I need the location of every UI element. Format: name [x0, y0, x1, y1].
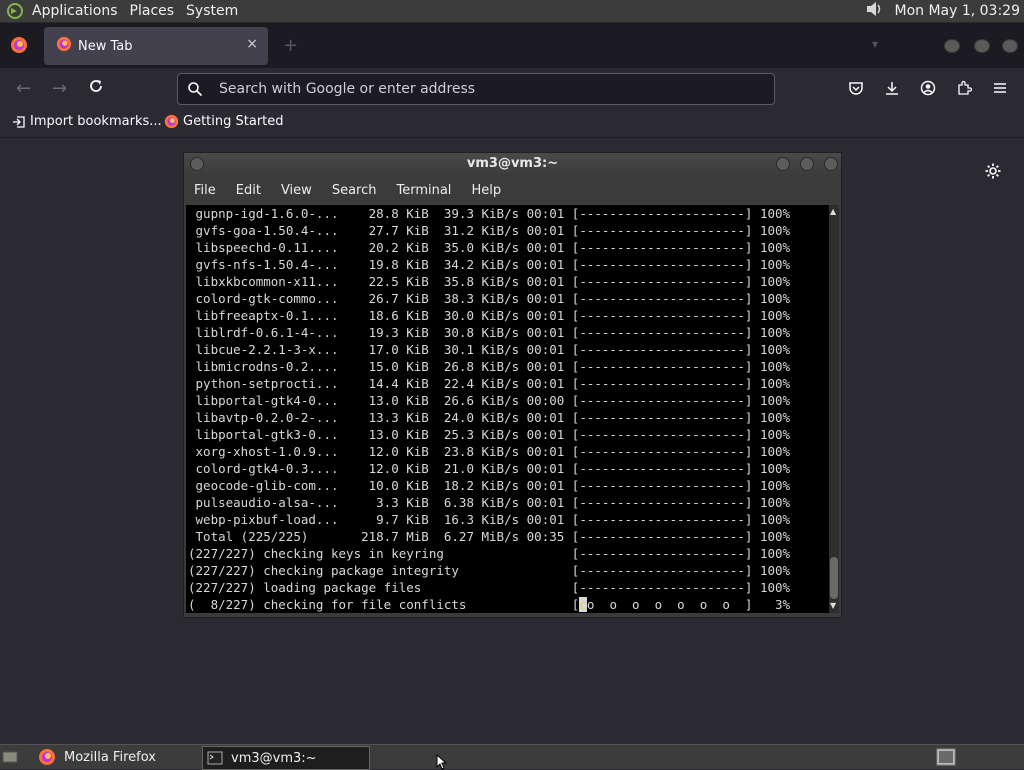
- close-window-button[interactable]: [1002, 39, 1018, 53]
- terminal-last-prefix: ( 8/227) checking for file conflicts [: [188, 597, 580, 612]
- terminal-task-icon: [207, 751, 223, 765]
- tab-title: New Tab: [78, 38, 133, 54]
- terminal-menu-edit[interactable]: Edit: [226, 179, 271, 203]
- terminal-menu-file[interactable]: File: [184, 179, 226, 203]
- terminal-window-menu-button[interactable]: [190, 157, 204, 171]
- terminal-close-button[interactable]: [824, 157, 838, 171]
- url-bar[interactable]: Search with Google or enter address: [177, 73, 775, 105]
- hamburger-menu-icon[interactable]: [992, 80, 1008, 96]
- minimize-window-button[interactable]: [944, 39, 960, 53]
- terminal-menu-search[interactable]: Search: [322, 179, 387, 203]
- terminal-line: libfreeaptx-0.1.... 18.6 KiB 30.0 KiB/s …: [188, 308, 791, 323]
- terminal-line: colord-gtk-commo... 26.7 KiB 38.3 KiB/s …: [188, 291, 791, 306]
- new-tab-button[interactable]: +: [283, 35, 298, 56]
- terminal-line: gvfs-goa-1.50.4-... 27.7 KiB 31.2 KiB/s …: [188, 223, 791, 238]
- tab-close-icon[interactable]: ×: [246, 36, 258, 52]
- terminal-line: webp-pixbuf-load... 9.7 KiB 16.3 KiB/s 0…: [188, 512, 791, 527]
- extensions-icon[interactable]: [956, 80, 972, 96]
- taskbar-item-firefox[interactable]: Mozilla Firefox: [34, 746, 194, 768]
- terminal-menu-view[interactable]: View: [271, 179, 322, 203]
- terminal-window[interactable]: vm3@vm3:~ File Edit View Search Terminal…: [183, 152, 842, 618]
- gear-icon[interactable]: [984, 162, 1002, 180]
- account-icon[interactable]: [920, 80, 936, 96]
- downloads-icon[interactable]: [884, 80, 900, 96]
- terminal-minimize-button[interactable]: [776, 157, 790, 171]
- terminal-line-current: ( 8/227) checking for file conflicts [co…: [188, 596, 790, 613]
- taskbar-item-terminal[interactable]: vm3@vm3:~: [202, 746, 370, 770]
- back-arrow-icon[interactable]: ←: [16, 78, 31, 99]
- bottom-taskbar: Mozilla Firefox vm3@vm3:~: [0, 744, 1024, 770]
- terminal-menu-help[interactable]: Help: [461, 179, 511, 203]
- terminal-scrollbar[interactable]: ▲ ▼: [829, 205, 839, 613]
- terminal-menu-terminal[interactable]: Terminal: [386, 179, 461, 203]
- top-panel: Applications Places System Mon May 1, 03…: [0, 0, 1024, 23]
- taskbar-item-terminal-label: vm3@vm3:~: [231, 750, 317, 766]
- terminal-title: vm3@vm3:~: [466, 156, 559, 171]
- terminal-line: Total (225/225) 218.7 MiB 6.27 MiB/s 00:…: [188, 529, 791, 544]
- terminal-line: libavtp-0.2.0-2-... 13.3 KiB 24.0 KiB/s …: [188, 410, 791, 425]
- search-icon: [188, 82, 203, 97]
- terminal-screen[interactable]: gupnp-igd-1.6.0-... 28.8 KiB 39.3 KiB/s …: [186, 205, 829, 613]
- bookmark-getting-started-label: Getting Started: [183, 114, 284, 129]
- terminal-line: libportal-gtk4-0... 13.0 KiB 26.6 KiB/s …: [188, 393, 791, 408]
- terminal-line: pulseaudio-alsa-... 3.3 KiB 6.38 KiB/s 0…: [188, 495, 791, 510]
- scroll-down-arrow-icon[interactable]: ▼: [830, 601, 836, 610]
- pocket-icon[interactable]: [848, 80, 864, 96]
- firefox-view-icon[interactable]: [10, 36, 28, 58]
- terminal-line: (227/227) checking keys in keyring [----…: [188, 546, 791, 561]
- scrollbar-thumb[interactable]: [830, 557, 838, 599]
- terminal-line: libspeechd-0.11.... 20.2 KiB 35.0 KiB/s …: [188, 240, 791, 255]
- menu-applications[interactable]: Applications: [26, 0, 124, 22]
- terminal-line: libportal-gtk3-0... 13.0 KiB 25.3 KiB/s …: [188, 427, 791, 442]
- tab-new-tab[interactable]: New Tab ×: [44, 27, 268, 65]
- terminal-line: libxkbcommon-x11... 22.5 KiB 35.8 KiB/s …: [188, 274, 791, 289]
- terminal-line: libcue-2.2.1-3-x... 17.0 KiB 30.1 KiB/s …: [188, 342, 791, 357]
- forward-arrow-icon[interactable]: →: [52, 78, 67, 99]
- workspace-switcher[interactable]: [936, 746, 958, 768]
- import-icon: [13, 115, 25, 128]
- list-all-tabs-icon[interactable]: ▾: [872, 37, 878, 51]
- menu-places[interactable]: Places: [124, 0, 181, 22]
- terminal-line: liblrdf-0.6.1-4-... 19.3 KiB 30.8 KiB/s …: [188, 325, 791, 340]
- terminal-line: geocode-glib-com... 10.0 KiB 18.2 KiB/s …: [188, 478, 791, 493]
- terminal-last-percent: 3%: [752, 597, 791, 612]
- terminal-last-progress: o o o o o o o ]: [586, 597, 753, 612]
- bookmarks-bar: Import bookmarks... Getting Started: [0, 108, 1024, 136]
- maximize-window-button[interactable]: [974, 39, 990, 53]
- firefox-favicon-icon: [56, 36, 72, 56]
- distro-logo-icon[interactable]: [4, 0, 26, 22]
- clock[interactable]: Mon May 1, 03:29: [888, 3, 1024, 19]
- firefox-bookmark-icon: [164, 114, 179, 129]
- nav-bar: ← → Search with Google or enter address: [0, 68, 1024, 108]
- bookmark-import-label: Import bookmarks...: [30, 114, 162, 129]
- show-desktop-icon[interactable]: [2, 746, 22, 768]
- terminal-line: python-setprocti... 14.4 KiB 22.4 KiB/s …: [188, 376, 791, 391]
- terminal-menubar: File Edit View Search Terminal Help: [184, 179, 841, 203]
- terminal-line: gvfs-nfs-1.50.4-... 19.8 KiB 34.2 KiB/s …: [188, 257, 791, 272]
- tab-bar: New Tab × + ▾: [0, 23, 1024, 68]
- terminal-titlebar[interactable]: vm3@vm3:~: [184, 153, 841, 175]
- taskbar-item-firefox-label: Mozilla Firefox: [64, 749, 156, 765]
- scroll-up-arrow-icon[interactable]: ▲: [830, 207, 836, 216]
- terminal-line: (227/227) loading package files [-------…: [188, 580, 791, 595]
- terminal-maximize-button[interactable]: [800, 157, 814, 171]
- terminal-line: (227/227) checking package integrity [--…: [188, 563, 791, 578]
- bookmark-import[interactable]: Import bookmarks...: [12, 114, 162, 129]
- terminal-line: gupnp-igd-1.6.0-... 28.8 KiB 39.3 KiB/s …: [188, 206, 791, 221]
- volume-icon[interactable]: [864, 0, 884, 23]
- reload-icon[interactable]: [88, 78, 104, 99]
- url-placeholder: Search with Google or enter address: [219, 81, 476, 97]
- terminal-line: libmicrodns-0.2.... 15.0 KiB 26.8 KiB/s …: [188, 359, 791, 374]
- terminal-line: xorg-xhost-1.0.9... 12.0 KiB 23.8 KiB/s …: [188, 444, 791, 459]
- terminal-line: colord-gtk4-0.3.... 12.0 KiB 21.0 KiB/s …: [188, 461, 791, 476]
- bookmark-getting-started[interactable]: Getting Started: [164, 114, 284, 129]
- firefox-task-icon: [39, 749, 55, 765]
- menu-system[interactable]: System: [180, 0, 244, 22]
- pacman-cursor: c: [579, 597, 587, 612]
